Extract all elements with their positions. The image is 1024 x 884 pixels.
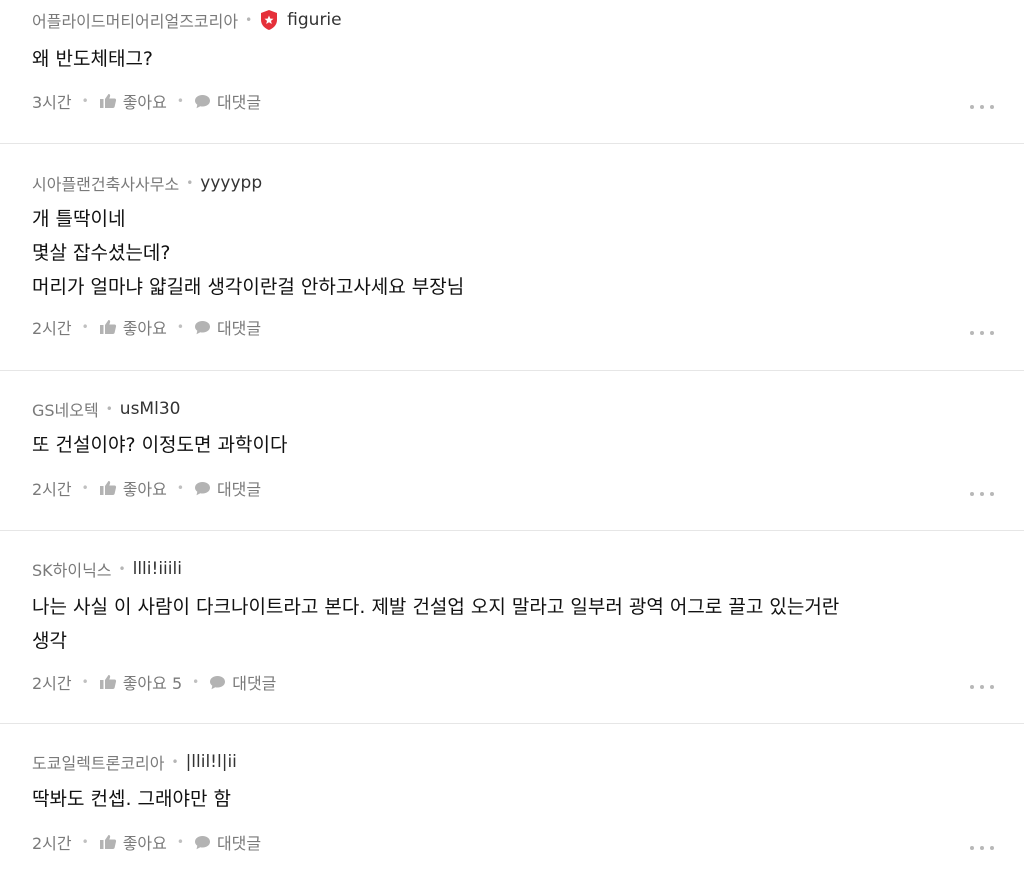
company-name[interactable]: GS네오텍 [32,397,99,421]
like-label: 좋아요 [122,480,167,499]
thumbs-up-icon [99,481,116,495]
comment-line: 딱봐도 컨셉. 그래야만 함 [32,788,231,810]
action-separator: • [81,675,89,689]
comment-time: 2시간 [32,319,72,338]
speech-bubble-icon [194,94,210,108]
comment-line: 생각 [32,630,67,652]
thumbs-up-icon [99,675,116,689]
reply-button[interactable]: 대댓글 [194,830,261,854]
like-button[interactable]: 좋아요 [99,89,167,113]
thumbs-up-icon [99,835,116,849]
meta-separator: • [118,562,126,576]
nickname[interactable]: figurie [287,10,341,30]
comment-time: 2시간 [32,674,72,693]
company-name[interactable]: 어플라이드머티어리얼즈코리아 [32,8,238,32]
action-separator: • [81,320,89,334]
thumbs-up-icon [99,94,116,108]
meta-separator: • [186,176,194,190]
like-button[interactable]: 좋아요 [99,476,167,500]
reply-button[interactable]: 대댓글 [194,89,261,113]
nickname[interactable]: usMl30 [120,399,181,419]
like-label: 좋아요 [122,319,167,338]
like-button[interactable]: 좋아요 5 [99,670,182,694]
meta-separator: • [245,13,253,27]
action-separator: • [176,320,184,334]
reply-label: 대댓글 [216,834,262,853]
action-separator: • [81,481,89,495]
comment-item: 시아플랜건축사사무소 • yyyypp 개 틀딱이네 몇살 잡수셨는데? 머리가… [0,144,1024,371]
reply-label: 대댓글 [216,93,262,112]
comment-meta: 시아플랜건축사사무소 • yyyypp [32,171,262,195]
like-label: 좋아요 [122,834,167,853]
comment-item: 도쿄일렉트론코리아 • |llil!l|ii 딱봐도 컨셉. 그래야만 함 2시… [0,724,1024,884]
like-button[interactable]: 좋아요 [99,315,167,339]
action-separator: • [176,481,184,495]
speech-bubble-icon [194,481,210,495]
like-label: 좋아요 [122,93,167,112]
comment-actions: 2시간 • 좋아요 5 • 대댓글 [32,669,276,695]
thumbs-up-icon [99,320,116,334]
speech-bubble-icon [210,675,226,689]
comment-body: 또 건설이야? 이정도면 과학이다 [32,428,287,462]
comment-meta: 어플라이드머티어리얼즈코리아 • figurie [32,8,342,32]
reply-label: 대댓글 [232,674,277,693]
action-separator: • [176,835,184,849]
comment-item: GS네오텍 • usMl30 또 건설이야? 이정도면 과학이다 2시간 • 좋… [0,371,1024,531]
like-label: 좋아요 5 [122,674,183,693]
comment-meta: SK하이닉스 • llli!iiili [32,557,182,581]
comment-time: 3시간 [32,93,72,112]
comment-actions: 3시간 • 좋아요 • 대댓글 [32,88,261,114]
speech-bubble-icon [194,320,210,334]
comment-actions: 2시간 • 좋아요 • 대댓글 [32,829,261,855]
comment-time: 2시간 [32,834,72,853]
comment-line: 또 건설이야? 이정도면 과학이다 [32,434,288,456]
comment-body: 왜 반도체태그? [32,42,153,76]
company-name[interactable]: SK하이닉스 [32,557,112,581]
comment-meta: GS네오텍 • usMl30 [32,397,180,421]
reply-label: 대댓글 [216,480,262,499]
more-dots-icon[interactable] [970,328,994,338]
action-separator: • [192,675,200,689]
company-name[interactable]: 도쿄일렉트론코리아 [32,750,164,774]
nickname[interactable]: |llil!l|ii [186,752,237,772]
action-separator: • [176,94,184,108]
comment-actions: 2시간 • 좋아요 • 대댓글 [32,475,261,501]
action-separator: • [81,835,89,849]
comment-item: 어플라이드머티어리얼즈코리아 • figurie 왜 반도체태그? 3시간 • … [0,0,1024,144]
more-dots-icon[interactable] [970,843,994,853]
reply-button[interactable]: 대댓글 [194,476,261,500]
reply-button[interactable]: 대댓글 [194,315,261,339]
shield-badge-icon [259,9,279,31]
comment-line: 개 틀딱이네 [32,208,126,230]
comment-time: 2시간 [32,480,72,499]
speech-bubble-icon [194,835,210,849]
like-button[interactable]: 좋아요 [99,830,167,854]
comment-body: 딱봐도 컨셉. 그래야만 함 [32,782,231,816]
comment-line: 왜 반도체태그? [32,48,154,70]
comment-body: 개 틀딱이네 몇살 잡수셨는데? 머리가 얼마냐 얇길래 생각이란걸 안하고사세… [32,202,464,304]
more-dots-icon[interactable] [970,489,994,499]
action-separator: • [81,94,89,108]
nickname[interactable]: yyyypp [200,173,262,193]
meta-separator: • [105,402,113,416]
comment-body: 나는 사실 이 사람이 다크나이트라고 본다. 제발 건설업 오지 말라고 일부… [32,590,839,658]
nickname[interactable]: llli!iiili [133,559,182,579]
comment-line: 머리가 얼마냐 얇길래 생각이란걸 안하고사세요 부장님 [32,276,465,298]
comment-meta: 도쿄일렉트론코리아 • |llil!l|ii [32,750,237,774]
company-name[interactable]: 시아플랜건축사사무소 [32,171,179,195]
reply-label: 대댓글 [216,319,262,338]
reply-button[interactable]: 대댓글 [209,670,276,694]
comment-line: 몇살 잡수셨는데? [32,242,171,264]
more-dots-icon[interactable] [970,682,994,692]
comment-item: SK하이닉스 • llli!iiili 나는 사실 이 사람이 다크나이트라고 … [0,531,1024,724]
more-dots-icon[interactable] [970,102,994,112]
comment-actions: 2시간 • 좋아요 • 대댓글 [32,314,261,340]
comment-line: 나는 사실 이 사람이 다크나이트라고 본다. 제발 건설업 오지 말라고 일부… [32,596,840,618]
meta-separator: • [171,755,179,769]
